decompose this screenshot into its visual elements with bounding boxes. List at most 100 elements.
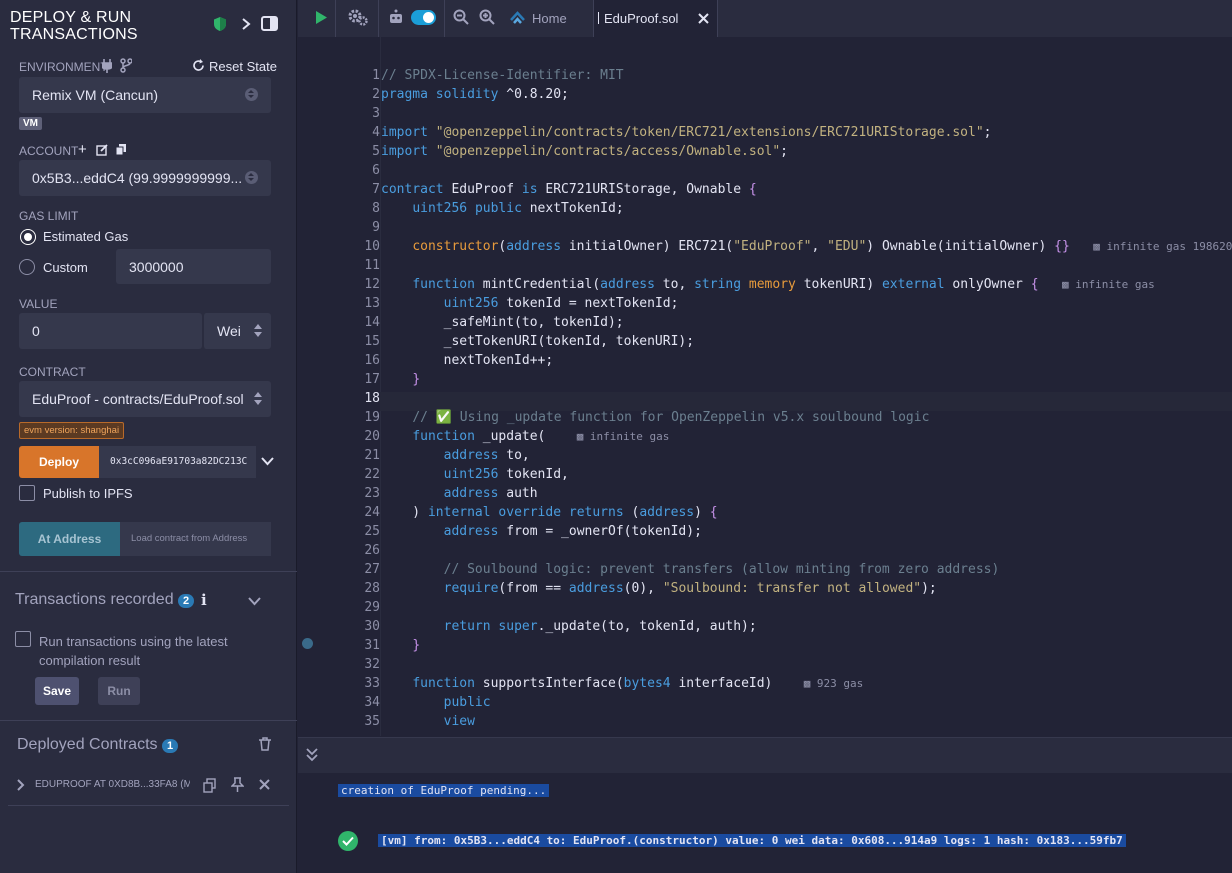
divider xyxy=(378,0,379,37)
estimated-gas-label: Estimated Gas xyxy=(43,229,129,244)
shield-icon[interactable] xyxy=(213,16,227,32)
deploy-run-panel: DEPLOY & RUN TRANSACTIONS ENVIRONMENT Re… xyxy=(0,0,297,873)
contract-select[interactable]: EduProof - contracts/EduProof.sol xyxy=(19,381,271,417)
line-number: 34 xyxy=(364,695,380,710)
copy-icon[interactable] xyxy=(115,143,127,155)
transactions-count-badge: 2 xyxy=(178,594,195,608)
code-line: function mintCredential(address to, stri… xyxy=(412,277,1155,292)
custom-gas-radio[interactable] xyxy=(19,259,35,275)
run-button[interactable]: Run xyxy=(98,677,140,705)
panel-layout-icon[interactable] xyxy=(261,16,278,31)
code-line: // Soulbound logic: prevent transfers (a… xyxy=(443,562,1000,577)
code-line: _safeMint(to, tokenId); xyxy=(381,315,624,330)
line-number: 29 xyxy=(364,600,380,615)
line-number: 33 xyxy=(364,676,380,691)
remix-logo-icon xyxy=(510,11,525,24)
copy-icon[interactable] xyxy=(203,778,216,793)
line-number: 5 xyxy=(372,144,380,159)
chevron-right-icon[interactable] xyxy=(241,17,251,31)
select-arrow-icon xyxy=(245,88,258,101)
run-latest-checkbox[interactable] xyxy=(15,631,31,647)
select-arrow-icon xyxy=(245,171,258,184)
save-button[interactable]: Save xyxy=(35,677,79,705)
line-number: 13 xyxy=(364,296,380,311)
code-line: contract EduProof is ERC721URIStorage, O… xyxy=(381,182,757,197)
line-number: 32 xyxy=(364,657,380,672)
tab-eduproof-sol[interactable]: EduProof.sol xyxy=(593,0,718,37)
deployed-contracts-label: Deployed Contracts 1 xyxy=(17,736,179,754)
custom-gas-label: Custom xyxy=(43,260,88,275)
zoom-in-icon[interactable] xyxy=(479,9,495,25)
robot-icon[interactable] xyxy=(388,9,404,25)
breakpoint-dot[interactable] xyxy=(302,638,313,649)
ai-toggle[interactable] xyxy=(411,10,436,25)
custom-gas-input[interactable]: 3000000 xyxy=(116,249,271,284)
tab-home-label: Home xyxy=(532,11,567,26)
reset-icon[interactable] xyxy=(192,59,205,72)
code-line: address from = _ownerOf(tokenId); xyxy=(443,524,702,539)
terminal-header xyxy=(298,738,1232,773)
deployed-contract-item[interactable]: EDUPROOF AT 0XD8B...33FA8 (M xyxy=(35,779,190,790)
editor-toolbar: Home EduProof.sol xyxy=(298,0,1232,37)
line-number: 27 xyxy=(364,562,380,577)
code-line: pragma solidity ^0.8.20; xyxy=(381,87,569,102)
line-number: 20 xyxy=(364,429,380,444)
line-number: 19 xyxy=(364,410,380,425)
line-number: 18 xyxy=(364,391,380,406)
code-line: uint256 tokenId = nextTokenId; xyxy=(443,296,679,311)
chevron-right-icon[interactable] xyxy=(17,779,25,791)
zoom-out-icon[interactable] xyxy=(453,9,469,25)
terminal-log-line[interactable]: [vm] from: 0x5B3...eddC4 to: EduProof.(c… xyxy=(378,834,1126,847)
fork-icon[interactable] xyxy=(120,58,132,73)
at-address-button[interactable]: At Address xyxy=(19,522,120,556)
code-line: view xyxy=(443,714,475,729)
divider xyxy=(0,720,297,721)
account-select[interactable]: 0x5B3...eddC4 (99.9999999999... xyxy=(19,160,271,196)
close-icon[interactable] xyxy=(698,13,709,24)
line-number: 25 xyxy=(364,524,380,539)
chevron-down-icon[interactable] xyxy=(248,597,261,606)
panel-title: DEPLOY & RUN TRANSACTIONS xyxy=(10,9,138,43)
close-icon[interactable] xyxy=(259,779,270,790)
code-line: constructor(address initialOwner) ERC721… xyxy=(412,239,1232,254)
plug-icon[interactable] xyxy=(102,59,112,73)
plus-icon[interactable]: + xyxy=(78,141,87,158)
line-number: 2 xyxy=(372,87,380,102)
trash-icon[interactable] xyxy=(259,737,271,751)
code-editor[interactable]: 1 2 3 4 5 6 7 8 9 10 11 12 13 14 15 16 17 18 19 20 21 22 23 24 2… xyxy=(298,37,1232,737)
load-contract-address-input[interactable]: Load contract from Address xyxy=(120,522,271,556)
value-input[interactable]: 0 xyxy=(19,313,202,349)
chevron-down-icon[interactable] xyxy=(261,457,274,466)
line-number: 21 xyxy=(364,448,380,463)
line-number: 30 xyxy=(364,619,380,634)
edit-icon[interactable] xyxy=(96,144,108,156)
estimated-gas-radio[interactable] xyxy=(21,230,35,244)
code-line: function _update( ▩ infinite gas xyxy=(412,429,670,444)
current-line-highlight xyxy=(380,392,1232,411)
line-number: 9 xyxy=(372,220,380,235)
divider xyxy=(0,571,297,572)
collapse-icon[interactable] xyxy=(306,748,318,762)
run-latest-label: Run transactions using the latest compila… xyxy=(39,634,228,668)
account-label: ACCOUNT xyxy=(19,144,79,158)
line-number: 14 xyxy=(364,315,380,330)
success-check-icon xyxy=(338,831,358,851)
publish-ipfs-checkbox[interactable] xyxy=(19,485,35,501)
play-icon[interactable] xyxy=(315,10,328,25)
transactions-recorded-label[interactable]: Transactions recorded 2 xyxy=(15,591,195,609)
tab-marker xyxy=(598,12,599,24)
line-number: 10 xyxy=(364,239,380,254)
deploy-button[interactable]: Deploy xyxy=(19,446,99,478)
value-unit-select[interactable]: Wei xyxy=(203,313,271,349)
code-line: uint256 tokenId, xyxy=(443,467,569,482)
environment-select[interactable]: Remix VM (Cancun) xyxy=(19,77,271,113)
info-icon[interactable]: i xyxy=(201,591,207,609)
tab-home[interactable]: Home xyxy=(503,0,590,37)
reset-state-button[interactable]: Reset State xyxy=(209,59,277,74)
pin-icon[interactable] xyxy=(231,777,244,793)
line-number: 4 xyxy=(372,125,380,140)
deploy-args-input[interactable]: 0x3cC096aE91703a82DC213C xyxy=(99,446,256,478)
settings-icon[interactable] xyxy=(348,9,369,26)
code-line: // ✅ Using _update function for OpenZepp… xyxy=(412,410,930,425)
line-number: 17 xyxy=(364,372,380,387)
